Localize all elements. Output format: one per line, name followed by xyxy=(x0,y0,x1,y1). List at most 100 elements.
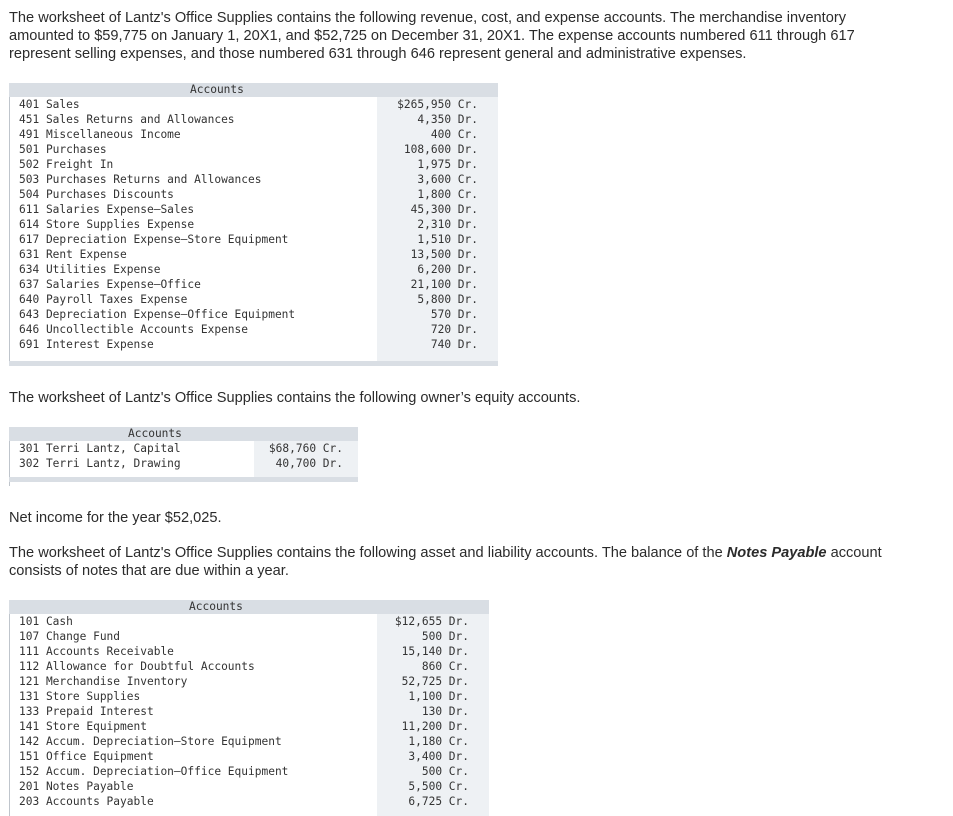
table-row: 111 Accounts Receivable 15,140 Dr. xyxy=(9,644,489,659)
table-row: 501 Purchases 108,600 Dr. xyxy=(9,142,498,157)
table-header-label: Accounts xyxy=(189,600,243,613)
account-balance: $68,760 Cr. xyxy=(268,442,343,455)
account-balance: 570 Dr. xyxy=(430,308,478,321)
account-name: 151 Office Equipment xyxy=(19,750,154,763)
account-balance: 108,600 Dr. xyxy=(403,143,478,156)
account-name: 491 Miscellaneous Income xyxy=(19,128,181,141)
account-balance: 740 Dr. xyxy=(430,338,478,351)
table-row: 491 Miscellaneous Income 400 Cr. xyxy=(9,127,498,142)
account-balance: 720 Dr. xyxy=(430,323,478,336)
asset-liability-table: Accounts 101 Cash $12,655 Dr. 107 Change F… xyxy=(9,600,489,816)
account-balance: 400 Cr. xyxy=(430,128,478,141)
account-balance: 5,500 Cr. xyxy=(408,780,469,793)
table-row: 301 Terri Lantz, Capital $68,760 Cr. xyxy=(9,441,358,456)
table-row: 131 Store Supplies 1,100 Dr. xyxy=(9,689,489,704)
owners-equity-table: Accounts 301 Terri Lantz, Capital $68,760… xyxy=(9,427,358,486)
account-name: 631 Rent Expense xyxy=(19,248,127,261)
asset-intro: The worksheet of Lantz's Office Supplies… xyxy=(9,544,882,580)
account-balance: 1,510 Dr. xyxy=(417,233,478,246)
table-row: 614 Store Supplies Expense 2,310 Dr. xyxy=(9,217,498,232)
account-balance: 11,200 Dr. xyxy=(401,720,469,733)
account-name: 504 Purchases Discounts xyxy=(19,188,174,201)
table-header-label: Accounts xyxy=(128,427,182,440)
table-header: Accounts xyxy=(9,83,498,97)
account-name: 640 Payroll Taxes Expense xyxy=(19,293,188,306)
account-balance: 1,975 Dr. xyxy=(417,158,478,171)
account-balance: 52,725 Dr. xyxy=(401,675,469,688)
account-name: 646 Uncollectible Accounts Expense xyxy=(19,323,249,336)
account-name: 302 Terri Lantz, Drawing xyxy=(19,457,181,470)
table-row: 302 Terri Lantz, Drawing 40,700 Dr. xyxy=(9,456,358,471)
asset-intro-line-1: The worksheet of Lantz's Office Supplies… xyxy=(9,545,882,561)
table-row: 643 Depreciation Expense—Office Equipmen… xyxy=(9,307,498,322)
account-name: 691 Interest Expense xyxy=(19,338,154,351)
table-row: 142 Accum. Depreciation—Store Equipment 1… xyxy=(9,734,489,749)
account-balance: 2,310 Dr. xyxy=(417,218,478,231)
account-name: 111 Accounts Receivable xyxy=(19,645,174,658)
table-row: 640 Payroll Taxes Expense 5,800 Dr. xyxy=(9,292,498,307)
table-row: 107 Change Fund 500 Dr. xyxy=(9,629,489,644)
table-row: 121 Merchandise Inventory 52,725 Dr. xyxy=(9,674,489,689)
table-row: 637 Salaries Expense—Office 21,100 Dr. xyxy=(9,277,498,292)
account-name: 643 Depreciation Expense—Office Equipmen… xyxy=(19,308,296,321)
table-row: 151 Office Equipment 3,400 Dr. xyxy=(9,749,489,764)
account-balance: 500 Dr. xyxy=(421,630,469,643)
account-name: 617 Depreciation Expense—Store Equipment xyxy=(19,233,289,246)
account-name: 614 Store Supplies Expense xyxy=(19,218,195,231)
account-balance: 1,180 Cr. xyxy=(408,735,469,748)
table-row: 201 Notes Payable 5,500 Cr. xyxy=(9,779,489,794)
table-header-label: Accounts xyxy=(190,83,244,96)
account-name: 121 Merchandise Inventory xyxy=(19,675,188,688)
account-balance: 6,725 Cr. xyxy=(408,795,469,808)
account-name: 401 Sales xyxy=(19,98,80,111)
table-row: 634 Utilities Expense 6,200 Dr. xyxy=(9,262,498,277)
asset-intro-line-2: consists of notes that are due within a … xyxy=(9,563,289,579)
account-balance: 3,600 Cr. xyxy=(417,173,478,186)
account-balance: 13,500 Dr. xyxy=(410,248,478,261)
account-balance: 21,100 Dr. xyxy=(410,278,478,291)
intro-line-1: The worksheet of Lantz's Office Supplies… xyxy=(9,10,847,26)
account-name: 112 Allowance for Doubtful Accounts xyxy=(19,660,255,673)
account-name: 502 Freight In xyxy=(19,158,114,171)
account-name: 201 Notes Payable xyxy=(19,780,134,793)
account-balance: 5,800 Dr. xyxy=(417,293,478,306)
table-header: Accounts xyxy=(9,427,358,441)
account-name: 503 Purchases Returns and Allowances xyxy=(19,173,262,186)
account-name: 141 Store Equipment xyxy=(19,720,147,733)
table-row: 133 Prepaid Interest 130 Dr. xyxy=(9,704,489,719)
intro-paragraph: The worksheet of Lantz's Office Supplies… xyxy=(9,9,855,63)
table-row: 451 Sales Returns and Allowances 4,350 Dr… xyxy=(9,112,498,127)
notes-payable-emphasis: Notes Payable xyxy=(726,545,827,561)
account-name: 301 Terri Lantz, Capital xyxy=(19,442,181,455)
net-income-text: Net income for the year $52,025. xyxy=(9,510,222,526)
table-row: 504 Purchases Discounts 1,800 Cr. xyxy=(9,187,498,202)
equity-intro: The worksheet of Lantz's Office Supplies… xyxy=(9,390,581,406)
account-balance: $12,655 Dr. xyxy=(394,615,469,628)
account-balance: 15,140 Dr. xyxy=(401,645,469,658)
table-row: 141 Store Equipment 11,200 Dr. xyxy=(9,719,489,734)
account-name: 152 Accum. Depreciation—Office Equipment xyxy=(19,765,289,778)
account-name: 107 Change Fund xyxy=(19,630,121,643)
account-name: 637 Salaries Expense—Office xyxy=(19,278,201,291)
table-row: 112 Allowance for Doubtful Accounts 860 C… xyxy=(9,659,489,674)
account-balance: 45,300 Dr. xyxy=(410,203,478,216)
table-row: 617 Depreciation Expense—Store Equipment… xyxy=(9,232,498,247)
account-balance: 130 Dr. xyxy=(421,705,469,718)
account-balance: 500 Cr. xyxy=(421,765,469,778)
account-name: 142 Accum. Depreciation—Store Equipment xyxy=(19,735,282,748)
account-name: 131 Store Supplies xyxy=(19,690,141,703)
account-name: 611 Salaries Expense—Sales xyxy=(19,203,195,216)
account-name: 101 Cash xyxy=(19,615,73,628)
table-row: 691 Interest Expense 740 Dr. xyxy=(9,337,498,352)
account-balance: 3,400 Dr. xyxy=(408,750,469,763)
table-row: 401 Sales $265,950 Cr. xyxy=(9,97,498,112)
table-header: Accounts xyxy=(9,600,489,614)
table-row: 152 Accum. Depreciation—Office Equipment… xyxy=(9,764,489,779)
account-balance: 40,700 Dr. xyxy=(275,457,343,470)
table-row: 502 Freight In 1,975 Dr. xyxy=(9,157,498,172)
intro-line-2: amounted to $59,775 on January 1, 20X1, … xyxy=(9,28,855,44)
account-balance: $265,950 Cr. xyxy=(397,98,478,111)
account-balance: 1,800 Cr. xyxy=(417,188,478,201)
table-row: 611 Salaries Expense—Sales 45,300 Dr. xyxy=(9,202,498,217)
account-balance: 860 Cr. xyxy=(421,660,469,673)
